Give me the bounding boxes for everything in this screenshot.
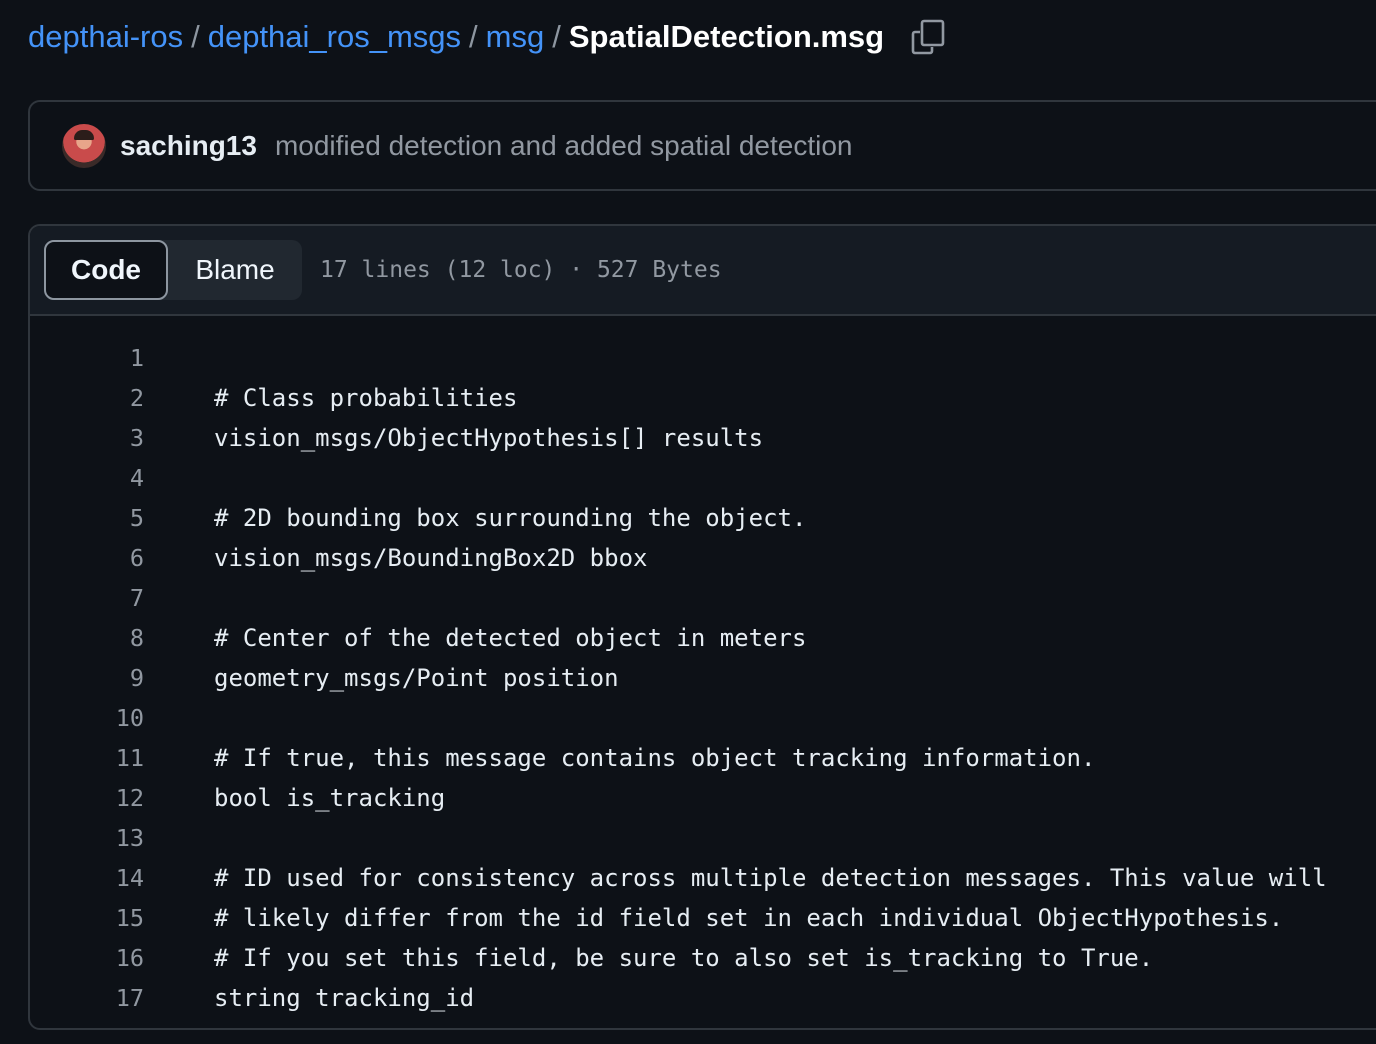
avatar[interactable]	[62, 123, 106, 168]
line-number[interactable]: 7	[30, 584, 144, 612]
line-number[interactable]: 15	[30, 904, 144, 932]
line-code: # Class probabilities	[214, 384, 518, 412]
code-line: 9 geometry_msgs/Point position	[30, 658, 1376, 698]
code-line: 3 vision_msgs/ObjectHypothesis[] results	[30, 418, 1376, 458]
line-code: geometry_msgs/Point position	[214, 664, 619, 692]
code-line: 11 # If true, this message contains objec…	[30, 738, 1376, 778]
line-code: # If you set this field, be sure to also…	[214, 944, 1154, 972]
line-number[interactable]: 1	[30, 344, 144, 372]
line-code: string tracking_id	[214, 984, 475, 1012]
line-number[interactable]: 12	[30, 784, 144, 812]
file-viewer: Code Blame 17 lines (12 loc) · 527 Bytes…	[28, 224, 1376, 1030]
code-line: 4	[30, 458, 1376, 498]
line-number[interactable]: 11	[30, 744, 144, 772]
line-number[interactable]: 16	[30, 944, 144, 972]
line-number[interactable]: 8	[30, 624, 144, 652]
commit-author[interactable]: saching13	[120, 130, 257, 162]
line-code: vision_msgs/BoundingBox2D bbox	[214, 544, 648, 572]
code-line: 15 # likely differ from the id field set …	[30, 898, 1376, 938]
file-name: SpatialDetection.msg	[568, 19, 885, 54]
code-line: 5 # 2D bounding box surrounding the objec…	[30, 498, 1376, 538]
line-number[interactable]: 17	[30, 984, 144, 1012]
line-number[interactable]: 9	[30, 664, 144, 692]
code-line: 8 # Center of the detected object in mete…	[30, 618, 1376, 658]
commit-message[interactable]: modified detection and added spatial det…	[275, 130, 853, 162]
line-code: # 2D bounding box surrounding the object…	[214, 504, 807, 532]
breadcrumb: depthai-ros / depthai_ros_msgs / msg / S…	[28, 14, 948, 60]
line-code: # likely differ from the id field set in…	[214, 904, 1284, 932]
latest-commit-bar: saching13 modified detection and added s…	[28, 100, 1376, 191]
code-line: 1	[30, 338, 1376, 378]
view-toggle: Code Blame	[44, 240, 302, 300]
copy-icon	[911, 19, 945, 55]
code-line: 12 bool is_tracking	[30, 778, 1376, 818]
tab-code[interactable]: Code	[44, 240, 168, 300]
code-line: 17 string tracking_id	[30, 978, 1376, 1018]
breadcrumb-separator: /	[469, 19, 478, 54]
breadcrumb-separator: /	[191, 19, 200, 54]
line-number[interactable]: 5	[30, 504, 144, 532]
line-number[interactable]: 2	[30, 384, 144, 412]
copy-path-button[interactable]	[908, 17, 948, 57]
line-code: # If true, this message contains object …	[214, 744, 1096, 772]
code-area: 1 2 # Class probabilities 3 vision_msgs/Obje…	[30, 316, 1376, 1018]
code-line: 10	[30, 698, 1376, 738]
code-line: 2 # Class probabilities	[30, 378, 1376, 418]
line-code: bool is_tracking	[214, 784, 446, 812]
code-line: 16 # If you set this field, be sure to al…	[30, 938, 1376, 978]
breadcrumb-separator: /	[552, 19, 561, 54]
file-header: Code Blame 17 lines (12 loc) · 527 Bytes	[30, 226, 1376, 316]
code-line: 14 # ID used for consistency across multi…	[30, 858, 1376, 898]
breadcrumb-subfolder-link[interactable]: msg	[486, 19, 545, 55]
line-code: # Center of the detected object in meter…	[214, 624, 807, 652]
line-code: vision_msgs/ObjectHypothesis[] results	[214, 424, 764, 452]
line-number[interactable]: 4	[30, 464, 144, 492]
line-number[interactable]: 10	[30, 704, 144, 732]
line-number[interactable]: 6	[30, 544, 144, 572]
line-number[interactable]: 13	[30, 824, 144, 852]
line-number[interactable]: 14	[30, 864, 144, 892]
line-number[interactable]: 3	[30, 424, 144, 452]
breadcrumb-repo-link[interactable]: depthai-ros	[28, 19, 183, 55]
code-line: 13	[30, 818, 1376, 858]
line-code: # ID used for consistency across multipl…	[214, 864, 1327, 892]
file-meta: 17 lines (12 loc) · 527 Bytes	[320, 257, 722, 283]
code-line: 7	[30, 578, 1376, 618]
code-line: 6 vision_msgs/BoundingBox2D bbox	[30, 538, 1376, 578]
tab-blame[interactable]: Blame	[168, 240, 302, 300]
breadcrumb-folder-link[interactable]: depthai_ros_msgs	[208, 19, 461, 55]
